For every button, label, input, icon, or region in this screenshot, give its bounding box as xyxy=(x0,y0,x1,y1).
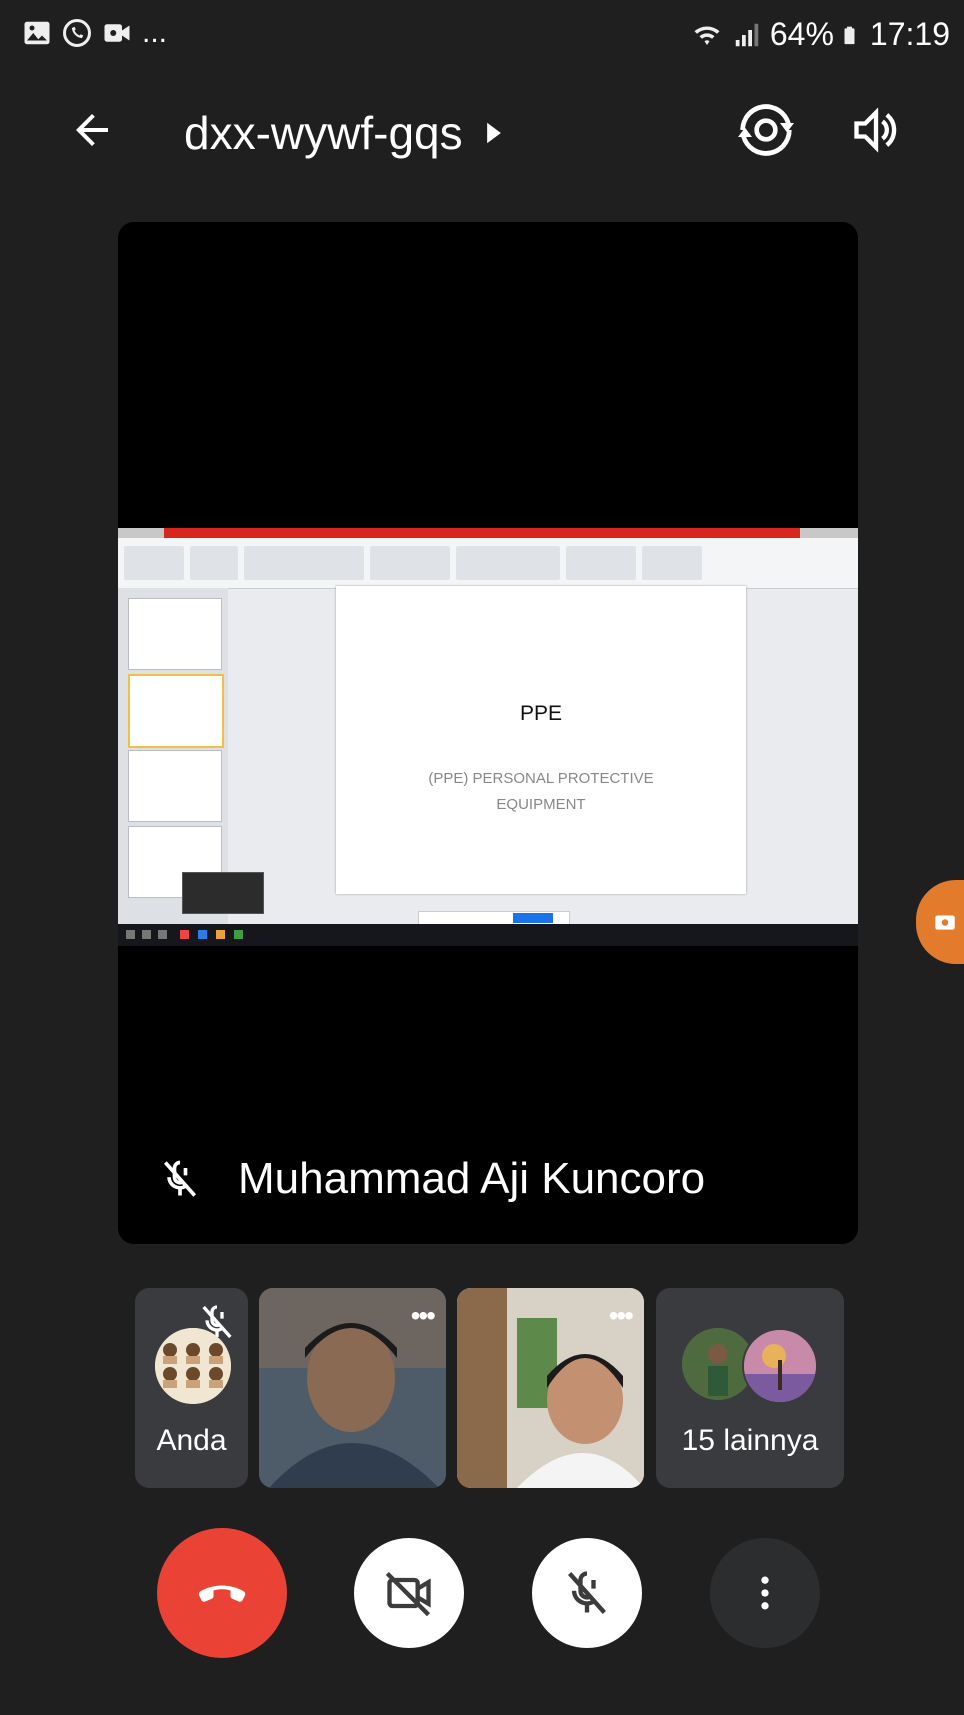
camera-off-icon xyxy=(385,1571,431,1617)
switch-camera-icon[interactable] xyxy=(738,102,794,158)
slide-canvas: PPE (PPE) PERSONAL PROTECTIVE EQUIPMENT xyxy=(336,586,746,894)
meet-mini-window xyxy=(182,872,264,914)
tile-menu[interactable]: ••• xyxy=(609,1300,634,1332)
participant-tile-others[interactable]: 15 lainnya xyxy=(656,1288,844,1488)
windows-taskbar xyxy=(118,924,858,946)
thumbnail xyxy=(128,750,222,822)
thumbnail-selected xyxy=(128,674,224,748)
camera-toggle-button[interactable] xyxy=(354,1538,464,1648)
thumbnail xyxy=(128,598,222,670)
slide-title: PPE xyxy=(519,702,563,725)
status-bar: ... 64% 17:19 xyxy=(0,0,964,72)
more-options-button[interactable] xyxy=(710,1538,820,1648)
speaker-label: Muhammad Aji Kuncoro xyxy=(158,1154,705,1204)
screen-share: PPE (PPE) PERSONAL PROTECTIVE EQUIPMENT xyxy=(118,528,858,946)
clock: 17:19 xyxy=(869,16,950,52)
others-count: 15 lainnya xyxy=(681,1424,819,1457)
whatsapp-icon xyxy=(63,19,91,47)
side-panel-tab[interactable] xyxy=(916,880,964,964)
back-arrow-icon[interactable] xyxy=(68,106,116,154)
play-triangle-icon xyxy=(486,122,501,144)
notification-icons: ... xyxy=(22,18,167,48)
participant-tile-video[interactable]: ••• xyxy=(457,1288,644,1488)
participant-tile-video[interactable]: ••• xyxy=(259,1288,446,1488)
battery-percent: 64% xyxy=(769,16,834,52)
meeting-code: dxx-wywf-gqs xyxy=(184,107,463,159)
wifi-icon xyxy=(694,25,720,45)
gallery-icon xyxy=(24,21,50,45)
microphone-toggle-button[interactable] xyxy=(532,1538,642,1648)
participant-tile-you[interactable]: Anda xyxy=(135,1288,248,1488)
speaker-volume-icon[interactable] xyxy=(850,104,902,156)
avatar xyxy=(155,1328,231,1404)
battery-icon xyxy=(844,26,855,44)
more-vert-icon xyxy=(761,1576,769,1610)
video-notification-icon xyxy=(104,24,130,42)
more-notifications: ... xyxy=(142,16,168,49)
signal-icon xyxy=(735,23,759,46)
participant-name: Anda xyxy=(156,1424,227,1457)
mic-off-icon xyxy=(163,1160,197,1197)
app-titlebar xyxy=(118,528,858,538)
slide-subtitle: (PPE) PERSONAL PROTECTIVE EQUIPMENT xyxy=(428,770,654,813)
mic-off-icon xyxy=(568,1571,606,1614)
meeting-title[interactable]: dxx-wywf-gqs xyxy=(184,106,503,160)
avatar xyxy=(742,1328,818,1404)
speaker-name: Muhammad Aji Kuncoro xyxy=(238,1154,706,1203)
call-header: dxx-wywf-gqs xyxy=(0,92,964,172)
hang-up-icon xyxy=(198,1585,246,1602)
camera-icon xyxy=(935,915,955,930)
main-video-stage[interactable]: PPE (PPE) PERSONAL PROTECTIVE EQUIPMENT … xyxy=(118,222,858,1244)
ribbon-toolbar xyxy=(118,538,858,589)
share-notice-bar xyxy=(418,911,570,925)
tile-menu[interactable]: ••• xyxy=(411,1300,436,1332)
end-call-button[interactable] xyxy=(157,1528,287,1658)
system-status: 64% 17:19 xyxy=(690,16,950,53)
